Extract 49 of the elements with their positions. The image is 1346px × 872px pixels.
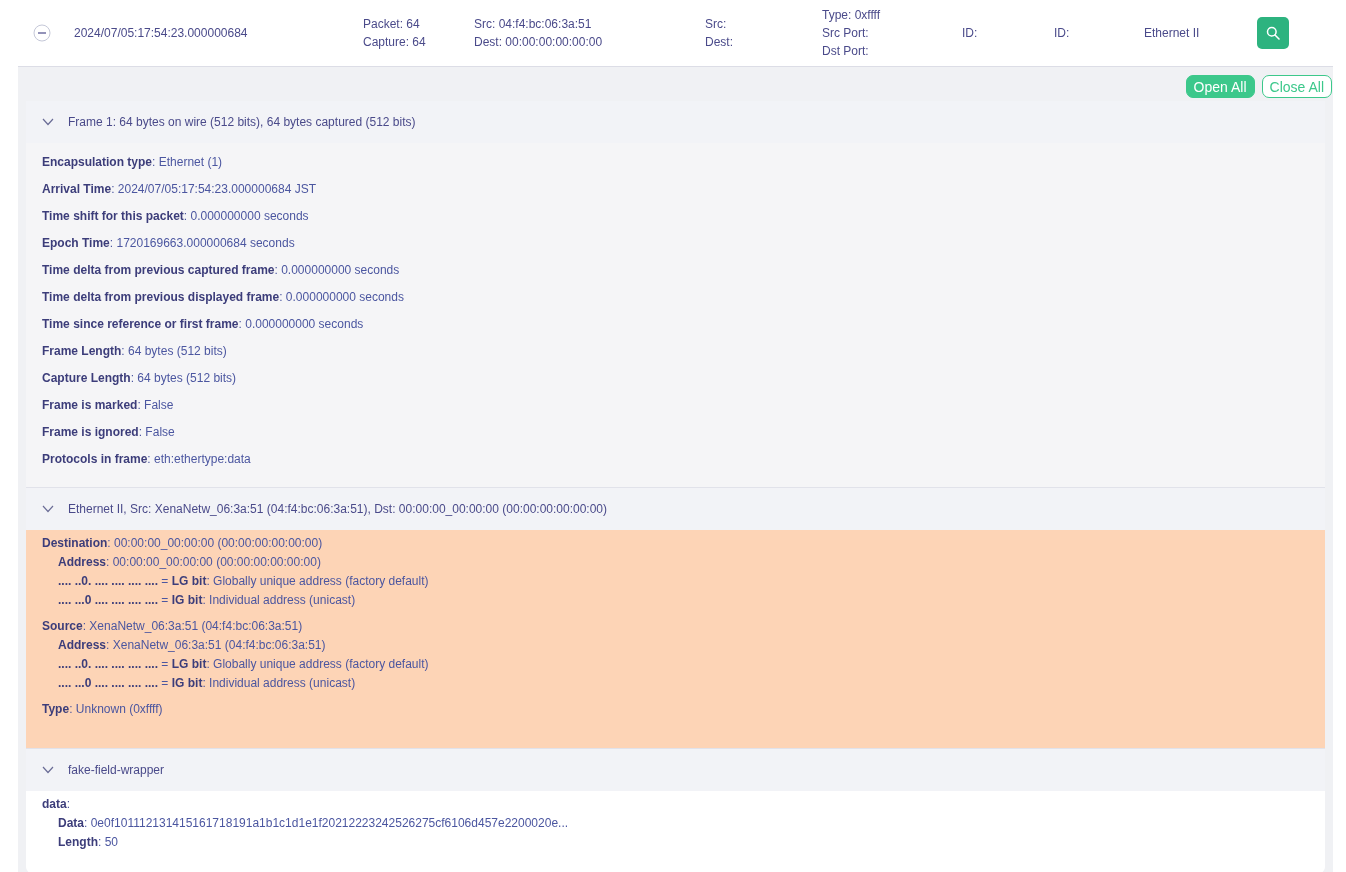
section-title: Ethernet II, Src: XenaNetw_06:3a:51 (04:f4:bc:06:3a:51), Dst: 00:00:00_00:00:00 (00:00:00:00:00:00) (68, 502, 608, 516)
search-icon (1266, 26, 1280, 40)
port-text: Src Port: (822, 26, 870, 40)
length-text: Capture: 64 (363, 35, 427, 49)
id-text: ID: (962, 26, 979, 40)
field-line: .... ..0. .... .... .... .... = LG bit: Globally unique address (factory default) (57, 573, 430, 590)
field-line: .... ..0. .... .... .... .... = LG bit: Globally unique address (factory default) (57, 656, 430, 673)
field-line: Time delta from previous displayed frame: 0.000000000 seconds (42, 289, 405, 306)
field-line: Destination: 00:00:00_00:00:00 (00:00:00:00:00:00) (42, 535, 324, 552)
field-line: Frame Length: 64 bytes (512 bits) (42, 343, 228, 360)
section-header[interactable]: Frame 1: 64 bytes on wire (512 bits), 64 bytes captured (512 bits) (26, 101, 1325, 143)
search-button[interactable] (1257, 17, 1289, 49)
field-line: Epoch Time: 1720169663.000000684 seconds (42, 235, 296, 252)
field-line: .... ...0 .... .... .... .... = IG bit: Individual address (unicast) (57, 675, 357, 692)
field-line: Time since reference or first frame: 0.000000000 seconds (42, 316, 365, 333)
mac-text: Dest: 00:00:00:00:00:00 (474, 35, 604, 49)
field-line: Address: XenaNetw_06:3a:51 (04:f4:bc:06:3a:51) (57, 637, 327, 654)
field-line: Address: 00:00:00_00:00:00 (00:00:00:00:00:00) (57, 554, 322, 571)
field-line: Capture Length: 64 bytes (512 bits) (42, 370, 238, 387)
field-line: Data: 0e0f101112131415161718191a1b1c1d1e1f20212223242526275cf6106d457e2200020e... (57, 815, 570, 832)
section-title: Frame 1: 64 bytes on wire (512 bits), 64 bytes captured (512 bits) (68, 115, 416, 129)
protocol-text: Ethernet II (1144, 26, 1201, 40)
length-text: Packet: 64 (363, 17, 421, 31)
port-text: Type: 0xffff (822, 8, 882, 22)
section-header[interactable]: Ethernet II, Src: XenaNetw_06:3a:51 (04:f4:bc:06:3a:51), Dst: 00:00:00_00:00:00 (00:00:00:00:00:00) (26, 487, 1325, 530)
chevron-icon[interactable] (42, 118, 54, 126)
field-line: Frame is ignored: False (42, 424, 176, 441)
address-text: Src: (705, 17, 728, 31)
field-line: .... ...0 .... .... .... .... = IG bit: Individual address (unicast) (57, 592, 357, 609)
id-text: ID: (1054, 26, 1071, 40)
section-title: fake-field-wrapper (68, 763, 165, 777)
field-line: Time shift for this packet: 0.000000000 seconds (42, 208, 310, 225)
field-line: Frame is marked: False (42, 397, 175, 414)
chevron-icon[interactable] (42, 505, 54, 513)
section-header[interactable]: fake-field-wrapper (26, 748, 1325, 791)
address-text: Dest: (705, 35, 734, 49)
mac-text: Src: 04:f4:bc:06:3a:51 (474, 17, 593, 31)
collapse-icon[interactable] (33, 24, 51, 42)
chevron-icon[interactable] (42, 766, 54, 774)
field-line: Protocols in frame: eth:ethertype:data (42, 451, 252, 468)
field-line: Encapsulation type: Ethernet (1) (42, 154, 224, 171)
field-line: Arrival Time: 2024/07/05:17:54:23.000000684 JST (42, 181, 317, 198)
port-text: Dst Port: (822, 44, 870, 58)
field-line: Source: XenaNetw_06:3a:51 (04:f4:bc:06:3a:51) (42, 618, 304, 635)
field-line: data: (42, 796, 72, 813)
field-line: Type: Unknown (0xffff) (42, 701, 164, 718)
timestamp: 2024/07/05:17:54:23.000000684 (74, 26, 249, 40)
field-line: Length: 50 (57, 834, 119, 851)
field-line: Time delta from previous captured frame: 0.000000000 seconds (42, 262, 401, 279)
